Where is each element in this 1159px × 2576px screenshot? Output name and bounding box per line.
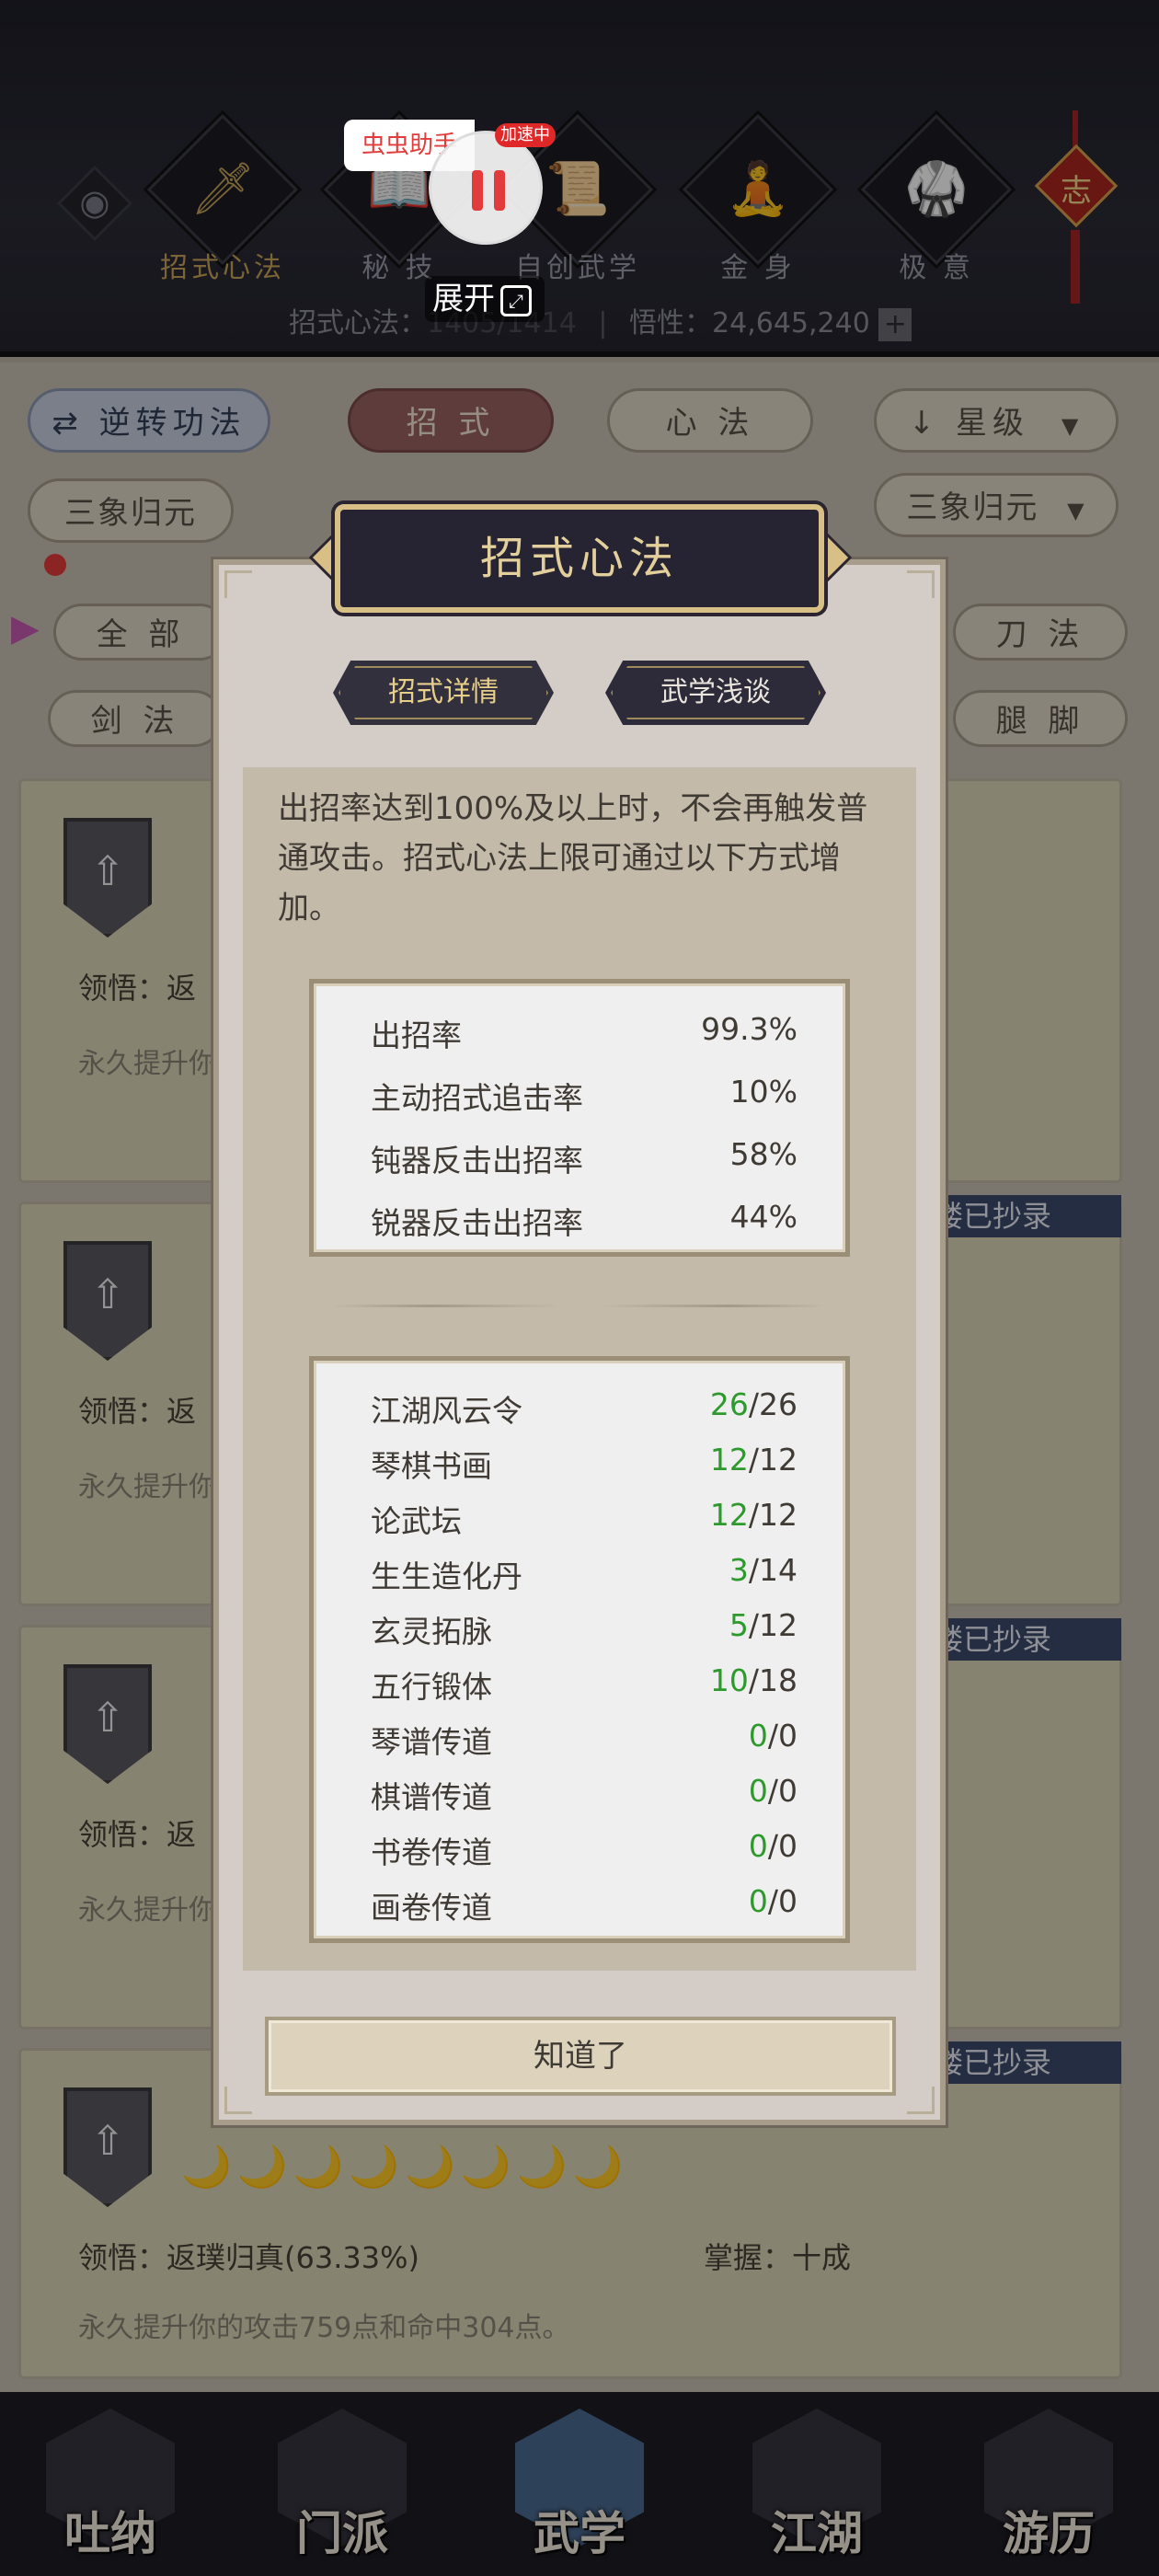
- source-have: 5: [729, 1607, 749, 1643]
- source-have: 26: [709, 1386, 749, 1422]
- source-row: 琴谱传道 0/0: [314, 1708, 855, 1764]
- source-have: 0: [748, 1828, 768, 1864]
- source-sep: /: [748, 1442, 759, 1478]
- source-max: 12: [759, 1497, 798, 1533]
- corner-ornament: [224, 2087, 252, 2114]
- rate-label: 钝器反击出招率: [371, 1143, 583, 1179]
- rate-value: 44%: [729, 1199, 798, 1235]
- expand-icon: ⤢: [500, 284, 532, 316]
- source-have: 0: [748, 1773, 768, 1809]
- corner-ornament: [907, 570, 935, 598]
- source-max: 12: [759, 1442, 798, 1478]
- helper-speed-badge: 加速中: [495, 123, 556, 147]
- acknowledge-button[interactable]: 知道了: [265, 2017, 896, 2096]
- source-sep: /: [767, 1773, 778, 1809]
- intro-text: 出招率达到100%及以上时，不会再触发普通攻击。招式心法上限可通过以下方式增加。: [278, 790, 868, 926]
- rate-label: 出招率: [371, 1018, 462, 1053]
- source-value: 0/0: [749, 1718, 798, 1754]
- source-sep: /: [767, 1718, 778, 1754]
- source-row: 江湖风云令 26/26: [314, 1377, 855, 1432]
- rate-value: 99.3%: [701, 1011, 798, 1047]
- source-sep: /: [748, 1497, 759, 1533]
- rate-row: 出招率 99.3%: [314, 1002, 855, 1057]
- source-sep: /: [767, 1828, 778, 1864]
- source-have: 0: [748, 1718, 768, 1754]
- corner-ornament: [224, 570, 252, 598]
- source-have: 3: [729, 1552, 749, 1588]
- rate-label: 锐器反击出招率: [371, 1205, 583, 1241]
- source-have: 10: [709, 1662, 749, 1698]
- source-label: 棋谱传道: [371, 1779, 492, 1815]
- source-label: 五行锻体: [371, 1669, 492, 1705]
- source-max: 0: [778, 1718, 798, 1754]
- source-row: 棋谱传道 0/0: [314, 1764, 855, 1819]
- tab-trim: [339, 666, 548, 719]
- section-divider: [331, 1305, 828, 1307]
- source-label: 画卷传道: [371, 1890, 492, 1926]
- source-max: 0: [778, 1883, 798, 1919]
- source-row: 五行锻体 10/18: [314, 1653, 855, 1708]
- source-max: 0: [778, 1773, 798, 1809]
- source-row: 生生造化丹 3/14: [314, 1543, 855, 1598]
- tab-trim: [611, 666, 820, 719]
- source-value: 10/18: [710, 1662, 798, 1698]
- pause-icon: [468, 170, 509, 211]
- source-value: 12/12: [710, 1442, 798, 1478]
- source-max: 26: [759, 1386, 798, 1422]
- rate-row: 钝器反击出招率 58%: [314, 1127, 855, 1182]
- source-value: 0/0: [749, 1773, 798, 1809]
- helper-pause-button[interactable]: [429, 131, 543, 245]
- helper-expand-button[interactable]: 展开 ⤢: [425, 276, 545, 322]
- source-value: 12/12: [710, 1497, 798, 1533]
- tab-martial-talk[interactable]: 武学浅谈: [605, 661, 826, 725]
- source-max: 18: [759, 1662, 798, 1698]
- source-have: 12: [709, 1442, 749, 1478]
- source-label: 玄灵拓脉: [371, 1614, 492, 1650]
- rate-table: 出招率 99.3% 主动招式追击率 10% 钝器反击出招率 58% 锐器反击出招…: [309, 979, 850, 1257]
- source-label: 论武坛: [371, 1503, 462, 1539]
- source-have: 12: [709, 1497, 749, 1533]
- source-row: 论武坛 12/12: [314, 1488, 855, 1543]
- source-label: 生生造化丹: [371, 1558, 522, 1594]
- corner-ornament: [907, 2087, 935, 2114]
- source-row: 书卷传道 0/0: [314, 1819, 855, 1874]
- source-label: 琴谱传道: [371, 1724, 492, 1760]
- rate-label: 主动招式追击率: [371, 1080, 583, 1116]
- modal-title: 招式心法: [335, 504, 824, 613]
- source-label: 琴棋书画: [371, 1448, 492, 1484]
- source-sep: /: [748, 1662, 759, 1698]
- source-sep: /: [767, 1883, 778, 1919]
- source-value: 0/0: [749, 1883, 798, 1919]
- source-sep: /: [748, 1607, 759, 1643]
- source-label: 书卷传道: [371, 1834, 492, 1870]
- source-label: 江湖风云令: [371, 1393, 522, 1429]
- rate-row: 锐器反击出招率 44%: [314, 1190, 855, 1245]
- tab-move-details[interactable]: 招式详情: [333, 661, 554, 725]
- source-max: 12: [759, 1607, 798, 1643]
- source-table: 江湖风云令 26/26 琴棋书画 12/12 论武坛 12/12 生生造化丹 3…: [309, 1356, 850, 1943]
- rate-value: 58%: [729, 1136, 798, 1172]
- rate-row: 主动招式追击率 10%: [314, 1064, 855, 1120]
- expand-label: 展开: [432, 281, 495, 317]
- source-value: 26/26: [710, 1386, 798, 1422]
- source-row: 琴棋书画 12/12: [314, 1432, 855, 1488]
- source-value: 0/0: [749, 1828, 798, 1864]
- source-row: 玄灵拓脉 5/12: [314, 1598, 855, 1653]
- source-max: 0: [778, 1828, 798, 1864]
- source-have: 0: [748, 1883, 768, 1919]
- source-max: 14: [759, 1552, 798, 1588]
- source-value: 5/12: [729, 1607, 798, 1643]
- source-value: 3/14: [729, 1552, 798, 1588]
- source-sep: /: [748, 1386, 759, 1422]
- rate-value: 10%: [729, 1074, 798, 1110]
- source-sep: /: [748, 1552, 759, 1588]
- source-row: 画卷传道 0/0: [314, 1874, 855, 1929]
